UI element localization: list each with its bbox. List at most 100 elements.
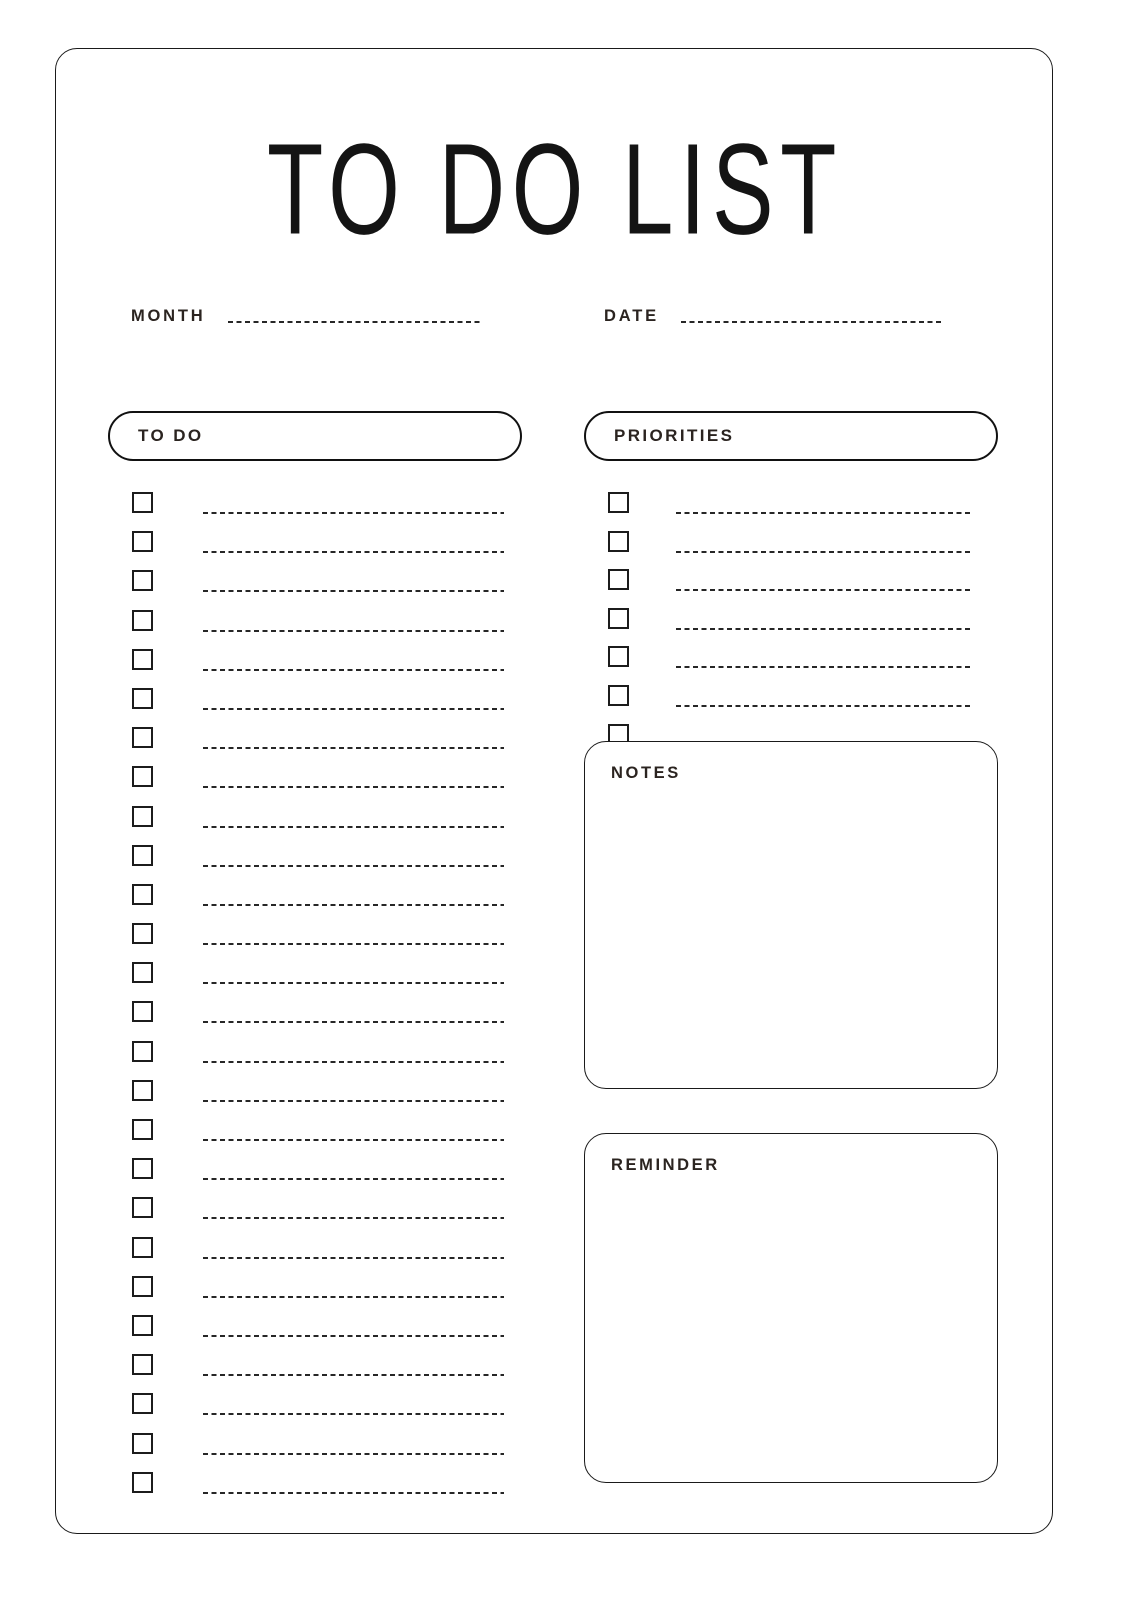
- checklist-row[interactable]: [608, 644, 1028, 683]
- checklist-row[interactable]: [132, 686, 562, 725]
- checklist-write-line[interactable]: [203, 825, 504, 828]
- checklist-row[interactable]: [132, 1235, 562, 1274]
- checklist-row[interactable]: [132, 999, 562, 1038]
- checkbox-icon[interactable]: [608, 530, 629, 552]
- reminder-panel[interactable]: REMINDER: [584, 1133, 998, 1483]
- checklist-write-line[interactable]: [203, 1374, 504, 1377]
- checklist-row[interactable]: [132, 1431, 562, 1470]
- checklist-write-line[interactable]: [203, 943, 504, 946]
- checkbox-icon[interactable]: [132, 1354, 153, 1376]
- checklist-row[interactable]: [132, 1352, 562, 1391]
- checklist-write-line[interactable]: [203, 707, 504, 710]
- checkbox-icon[interactable]: [132, 570, 153, 592]
- checklist-write-line[interactable]: [203, 1491, 504, 1494]
- checkbox-icon[interactable]: [132, 923, 153, 945]
- checkbox-icon[interactable]: [608, 684, 629, 706]
- checklist-row[interactable]: [132, 529, 562, 568]
- checklist-row[interactable]: [132, 1470, 562, 1509]
- checkbox-icon[interactable]: [132, 492, 153, 513]
- checklist-row[interactable]: [132, 921, 562, 960]
- checklist-write-line[interactable]: [203, 982, 504, 985]
- checklist-row[interactable]: [132, 1117, 562, 1156]
- checkbox-icon[interactable]: [132, 648, 153, 670]
- checklist-write-line[interactable]: [203, 1334, 504, 1337]
- checklist-row[interactable]: [132, 804, 562, 843]
- checklist-row[interactable]: [132, 1078, 562, 1117]
- checklist-write-line[interactable]: [203, 1452, 504, 1455]
- checklist-write-line[interactable]: [203, 903, 504, 906]
- checklist-row[interactable]: [132, 1274, 562, 1313]
- checkbox-icon[interactable]: [132, 1158, 153, 1180]
- checkbox-icon[interactable]: [132, 531, 153, 553]
- checklist-row[interactable]: [132, 1039, 562, 1078]
- checklist-write-line[interactable]: [676, 627, 972, 630]
- checklist-row[interactable]: [608, 606, 1028, 645]
- checklist-write-line[interactable]: [203, 1099, 504, 1102]
- checklist-write-line[interactable]: [203, 629, 504, 632]
- checklist-row[interactable]: [132, 1313, 562, 1352]
- checklist-row[interactable]: [132, 1195, 562, 1234]
- checklist-row[interactable]: [608, 529, 1028, 568]
- checklist-row[interactable]: [608, 567, 1028, 606]
- checkbox-icon[interactable]: [132, 687, 153, 709]
- checkbox-icon[interactable]: [608, 492, 629, 513]
- checkbox-icon[interactable]: [608, 569, 629, 591]
- checkbox-icon[interactable]: [132, 1275, 153, 1297]
- checklist-row[interactable]: [132, 1156, 562, 1195]
- checkbox-icon[interactable]: [132, 962, 153, 984]
- checkbox-icon[interactable]: [608, 607, 629, 629]
- date-write-line[interactable]: [680, 320, 943, 323]
- checklist-row[interactable]: [132, 764, 562, 803]
- checkbox-icon[interactable]: [132, 883, 153, 905]
- checklist-write-line[interactable]: [203, 1021, 504, 1024]
- checkbox-icon[interactable]: [132, 1432, 153, 1454]
- checkbox-icon[interactable]: [132, 1236, 153, 1258]
- checklist-row[interactable]: [132, 568, 562, 607]
- checklist-row[interactable]: [132, 960, 562, 999]
- checklist-write-line[interactable]: [203, 1139, 504, 1141]
- checklist-row[interactable]: [608, 683, 1028, 722]
- checklist-row[interactable]: [132, 647, 562, 686]
- checkbox-icon[interactable]: [132, 1119, 153, 1140]
- checkbox-icon[interactable]: [132, 1197, 153, 1219]
- checkbox-icon[interactable]: [132, 1314, 153, 1336]
- checklist-row[interactable]: [132, 1391, 562, 1430]
- date-field[interactable]: DATE: [604, 299, 943, 333]
- checkbox-icon[interactable]: [132, 609, 153, 631]
- checkbox-icon[interactable]: [132, 805, 153, 827]
- checklist-write-line[interactable]: [676, 704, 972, 707]
- checkbox-icon[interactable]: [608, 646, 629, 668]
- checkbox-icon[interactable]: [132, 727, 153, 749]
- checklist-write-line[interactable]: [676, 589, 972, 592]
- checklist-write-line[interactable]: [203, 668, 504, 671]
- checklist-write-line[interactable]: [203, 1256, 504, 1259]
- checklist-row[interactable]: [132, 608, 562, 647]
- checklist-write-line[interactable]: [203, 1413, 504, 1416]
- checklist-row[interactable]: [132, 882, 562, 921]
- checklist-write-line[interactable]: [203, 1060, 504, 1063]
- checkbox-icon[interactable]: [132, 766, 153, 788]
- checklist-write-line[interactable]: [203, 786, 504, 789]
- checklist-write-line[interactable]: [676, 512, 972, 514]
- checklist-write-line[interactable]: [203, 512, 504, 514]
- checklist-write-line[interactable]: [676, 666, 972, 669]
- checklist-write-line[interactable]: [203, 1178, 504, 1181]
- checklist-row[interactable]: [132, 843, 562, 882]
- checkbox-icon[interactable]: [132, 1079, 153, 1101]
- month-write-line[interactable]: [227, 320, 480, 323]
- checklist-write-line[interactable]: [203, 864, 504, 867]
- checklist-write-line[interactable]: [203, 590, 504, 593]
- checklist-write-line[interactable]: [203, 747, 504, 750]
- checklist-row[interactable]: [132, 725, 562, 764]
- checkbox-icon[interactable]: [132, 1471, 153, 1493]
- checkbox-icon[interactable]: [132, 1001, 153, 1023]
- checklist-write-line[interactable]: [203, 551, 504, 554]
- checkbox-icon[interactable]: [132, 844, 153, 866]
- checklist-row[interactable]: [608, 490, 1028, 529]
- notes-panel[interactable]: NOTES: [584, 741, 998, 1089]
- checklist-write-line[interactable]: [676, 550, 972, 553]
- checkbox-icon[interactable]: [132, 1040, 153, 1062]
- checklist-write-line[interactable]: [203, 1295, 504, 1298]
- checklist-write-line[interactable]: [203, 1217, 504, 1220]
- checkbox-icon[interactable]: [132, 1393, 153, 1415]
